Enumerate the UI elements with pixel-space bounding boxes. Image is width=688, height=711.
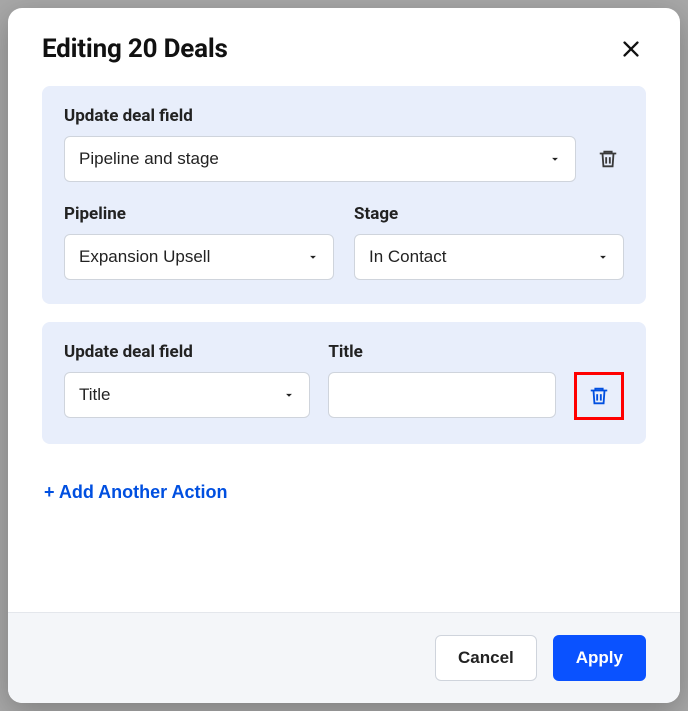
trash-icon xyxy=(597,147,619,171)
highlight-box xyxy=(574,372,624,420)
stage-label: Stage xyxy=(354,204,624,224)
deal-field-select[interactable]: Title xyxy=(64,372,310,418)
title-label: Title xyxy=(328,342,556,362)
cancel-button[interactable]: Cancel xyxy=(435,635,537,681)
stage-select[interactable]: In Contact xyxy=(354,234,624,280)
deal-field-select[interactable]: Pipeline and stage xyxy=(64,136,576,182)
close-icon xyxy=(620,38,642,60)
add-another-action-button[interactable]: + Add Another Action xyxy=(42,468,230,517)
modal-footer: Cancel Apply xyxy=(8,612,680,703)
pipeline-select[interactable]: Expansion Upsell xyxy=(64,234,334,280)
select-value: Expansion Upsell xyxy=(79,247,210,267)
select-value: Pipeline and stage xyxy=(79,149,219,169)
trash-icon xyxy=(588,384,610,408)
title-input[interactable] xyxy=(343,373,541,417)
modal-header: Editing 20 Deals xyxy=(8,8,680,78)
title-input-wrap xyxy=(328,372,556,418)
modal-title: Editing 20 Deals xyxy=(42,34,228,64)
bulk-edit-modal: Editing 20 Deals Update deal field Pipel… xyxy=(8,8,680,703)
modal-body: Update deal field Pipeline and stage xyxy=(8,78,680,612)
select-value: In Contact xyxy=(369,247,447,267)
action-card: Update deal field Title Title xyxy=(42,322,646,444)
delete-action-button[interactable] xyxy=(592,142,624,176)
pipeline-label: Pipeline xyxy=(64,204,334,224)
close-button[interactable] xyxy=(616,34,646,64)
delete-action-button[interactable] xyxy=(583,379,615,413)
action-card: Update deal field Pipeline and stage xyxy=(42,86,646,304)
apply-button[interactable]: Apply xyxy=(553,635,646,681)
field-label: Update deal field xyxy=(64,106,576,126)
select-value: Title xyxy=(79,385,111,405)
field-label: Update deal field xyxy=(64,342,310,362)
